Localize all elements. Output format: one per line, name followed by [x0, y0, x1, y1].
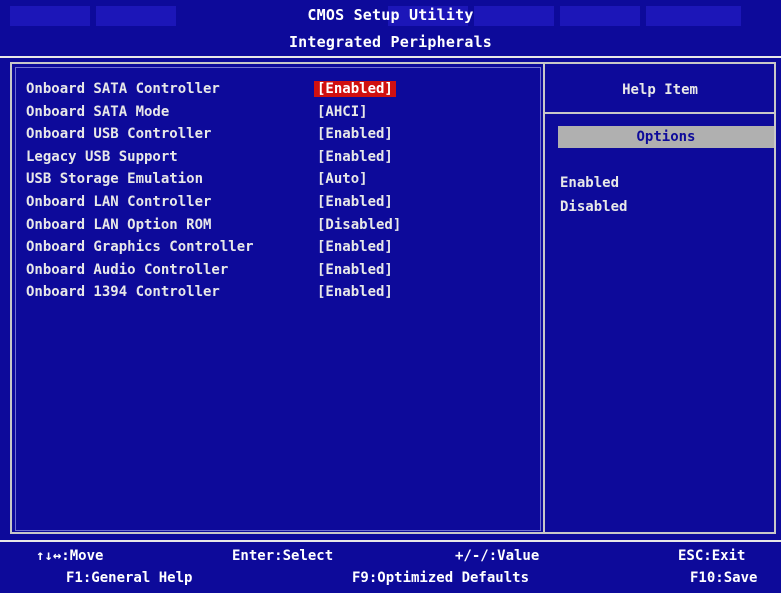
panel-separator: [543, 64, 545, 532]
header-divider: [0, 56, 781, 58]
page-title: Integrated Peripherals: [288, 33, 493, 51]
setting-label: Onboard Graphics Controller: [26, 239, 254, 256]
setting-label: Onboard LAN Option ROM: [26, 216, 212, 233]
setting-label: Onboard 1394 Controller: [26, 284, 220, 301]
setting-label: Onboard Audio Controller: [26, 261, 229, 278]
setting-value[interactable]: [Disabled]: [314, 217, 404, 233]
setting-value[interactable]: [Enabled]: [314, 284, 396, 300]
setting-label: USB Storage Emulation: [26, 171, 204, 188]
app-title: CMOS Setup Utility: [307, 6, 474, 24]
option-item[interactable]: Enabled: [560, 175, 619, 191]
setting-value[interactable]: [Enabled]: [314, 126, 396, 142]
setting-label: Legacy USB Support: [26, 148, 178, 165]
help-divider: [544, 112, 774, 114]
setting-value[interactable]: [Auto]: [314, 171, 371, 187]
setting-value[interactable]: [AHCI]: [314, 104, 371, 120]
footer-help-hint: F1:General Help: [66, 570, 193, 586]
setting-label: Onboard LAN Controller: [26, 194, 212, 210]
setting-label: Onboard SATA Mode: [26, 103, 170, 120]
title-bar: CMOS Setup Utility Integrated Peripheral…: [0, 0, 781, 56]
help-title: Help Item: [622, 82, 698, 98]
footer-exit-hint: ESC:Exit: [678, 548, 746, 564]
setting-value[interactable]: [Enabled]: [314, 262, 396, 278]
setting-label: Onboard USB Controller: [26, 126, 212, 143]
setting-label: Onboard SATA Controller: [26, 81, 220, 97]
footer-move-hint: ↑↓↔:Move: [36, 548, 104, 564]
footer-divider: [0, 540, 781, 542]
footer-defaults-hint: F9:Optimized Defaults: [352, 570, 530, 586]
setting-value[interactable]: [Enabled]: [314, 149, 396, 165]
option-item[interactable]: Disabled: [560, 199, 627, 215]
footer-value-hint: +/-/:Value: [455, 548, 540, 564]
setting-value[interactable]: [Enabled]: [314, 239, 396, 255]
options-header: Options: [558, 126, 774, 148]
footer-save-hint: F10:Save: [690, 570, 758, 586]
setting-value[interactable]: [Enabled]: [314, 194, 396, 210]
footer-select-hint: Enter:Select: [232, 548, 334, 564]
setting-value[interactable]: [Enabled]: [314, 81, 396, 97]
